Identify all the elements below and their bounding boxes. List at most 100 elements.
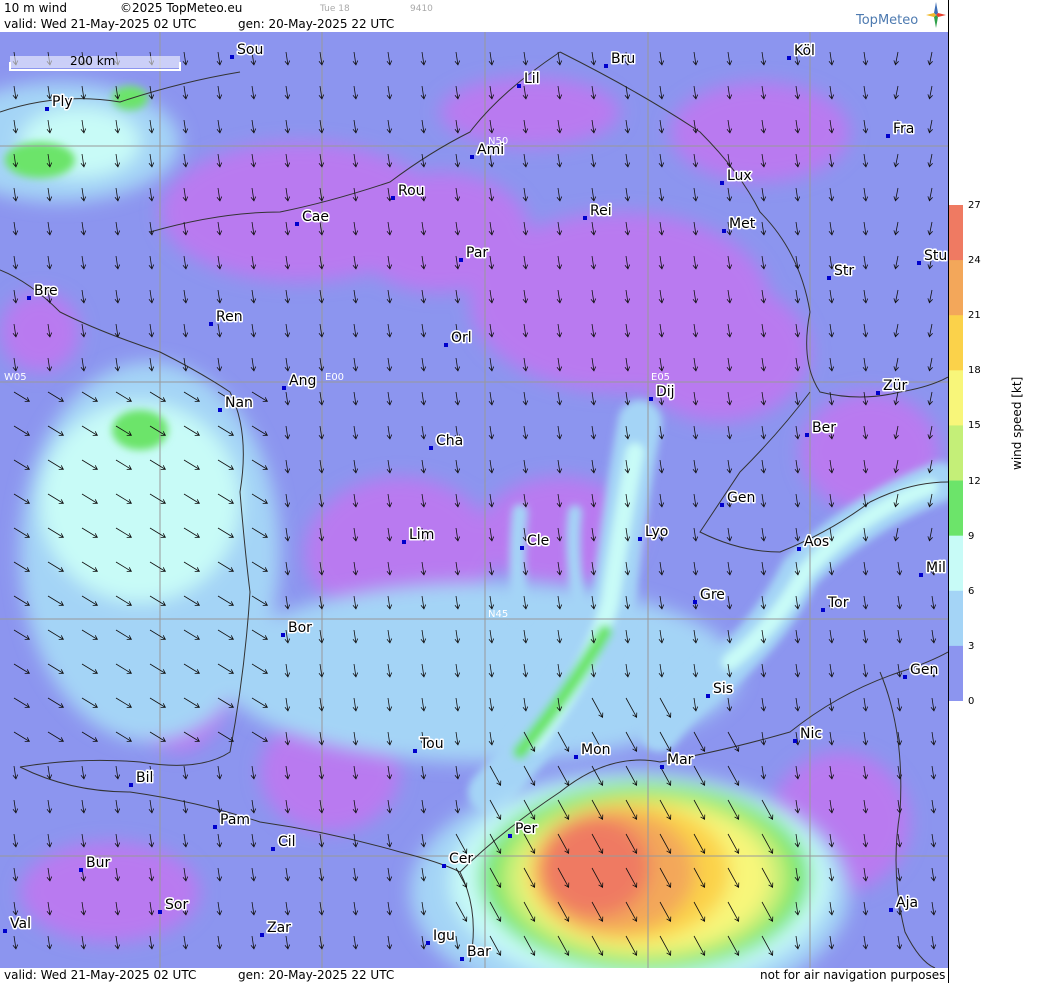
map-header: 10 m wind ©2025 TopMeteo.eu Tue 18 9410 … [0, 0, 948, 32]
city-label: Rou [398, 183, 425, 199]
colorbar-tick-label: 21 [968, 310, 981, 322]
lon-label-w05: W05 [4, 372, 27, 383]
city-dot [209, 322, 213, 326]
city-label: Ber [812, 420, 836, 436]
city-dot [660, 765, 664, 769]
city-label: Bru [611, 51, 635, 67]
city-dot [722, 229, 726, 233]
map-footer: valid: Wed 21-May-2025 02 UTC gen: 20-Ma… [0, 968, 948, 983]
city-label: Bar [467, 944, 491, 960]
city-dot [230, 55, 234, 59]
city-label: Nan [225, 395, 253, 411]
city-dot [459, 258, 463, 262]
city-label: Nic [800, 726, 822, 742]
copyright-text: ©2025 TopMeteo.eu [120, 1, 243, 15]
product-title: 10 m wind [4, 1, 67, 15]
city-dot [281, 633, 285, 637]
city-dot [797, 547, 801, 551]
city-label: Dij [656, 384, 675, 400]
city-label: Orl [451, 330, 472, 346]
colorbar-segment [949, 480, 963, 537]
lon-label-e00: E00 [325, 372, 344, 383]
city-dot [282, 386, 286, 390]
city-label: Lux [727, 168, 752, 184]
lat-label-n45: N45 [488, 609, 508, 620]
city-dot [402, 540, 406, 544]
city-dot [45, 107, 49, 111]
city-dot [391, 196, 395, 200]
footer-disclaimer: not for air navigation purposes [760, 968, 946, 982]
city-label: Zür [883, 378, 907, 394]
colorbar-tick-label: 15 [968, 420, 981, 432]
city-dot [693, 600, 697, 604]
colorbar-tick-label: 9 [968, 530, 975, 542]
city-dot [3, 929, 7, 933]
city-dot [444, 343, 448, 347]
lon-label-e05: E05 [651, 372, 670, 383]
city-dot [649, 397, 653, 401]
city-label: Bre [34, 283, 58, 299]
colorbar-tick-label: 18 [968, 365, 981, 377]
city-label: Fra [893, 121, 914, 137]
city-dot [720, 181, 724, 185]
city-dot [426, 941, 430, 945]
city-label: Lyo [645, 524, 668, 540]
colorbar-tick-label: 24 [968, 255, 981, 267]
city-dot [213, 825, 217, 829]
city-label: Mil [926, 560, 946, 576]
city-dot [886, 134, 890, 138]
footer-generated-time: gen: 20-May-2025 22 UTC [238, 968, 395, 982]
city-dot [442, 864, 446, 868]
city-label: Aos [804, 534, 829, 550]
city-dot [79, 868, 83, 872]
city-label: Cae [302, 209, 329, 225]
city-label: Lil [524, 71, 540, 87]
city-dot [429, 446, 433, 450]
city-label: Gen [910, 662, 938, 678]
city-dot [520, 546, 524, 550]
city-dot [876, 391, 880, 395]
colorbar-tick-label: 27 [968, 200, 981, 211]
city-dot [917, 261, 921, 265]
city-dot [517, 84, 521, 88]
city-dot [508, 834, 512, 838]
colorbar-segment [949, 205, 963, 261]
city-label: Met [729, 216, 756, 232]
city-label: Ren [216, 309, 243, 325]
city-label: Cha [436, 433, 463, 449]
city-label: Bil [136, 770, 153, 786]
scale-bar-label: 200 km [70, 54, 115, 68]
city-dot [827, 276, 831, 280]
city-label: Ang [289, 373, 316, 389]
city-dot [821, 608, 825, 612]
city-label: Sor [165, 897, 188, 913]
day-label: Tue 18 [320, 4, 350, 14]
city-label: Per [515, 821, 538, 837]
city-label: Pam [220, 812, 250, 828]
city-dot [903, 675, 907, 679]
city-label: Cil [278, 834, 296, 850]
colorbar-tick-label: 6 [968, 585, 975, 597]
city-dot [470, 155, 474, 159]
colorbar-segment [949, 260, 963, 316]
city-dot [706, 694, 710, 698]
scale-bar: 200 km [9, 54, 181, 71]
city-dot [583, 216, 587, 220]
city-dot [295, 222, 299, 226]
city-label: Igu [433, 928, 455, 944]
product-code: 9410 [410, 4, 433, 14]
city-dot [720, 503, 724, 507]
city-dot [413, 749, 417, 753]
city-dot [460, 957, 464, 961]
city-dot [793, 739, 797, 743]
compass-star-icon [926, 2, 946, 28]
colorbar-segment [949, 590, 963, 647]
city-dot [889, 908, 893, 912]
city-label: Sou [237, 42, 263, 58]
city-dot [129, 783, 133, 787]
city-dot [638, 537, 642, 541]
colorbar-tick-label: 12 [968, 475, 981, 487]
city-dot [787, 56, 791, 60]
colorbar-segment [949, 370, 963, 426]
city-label: Cer [449, 851, 473, 867]
